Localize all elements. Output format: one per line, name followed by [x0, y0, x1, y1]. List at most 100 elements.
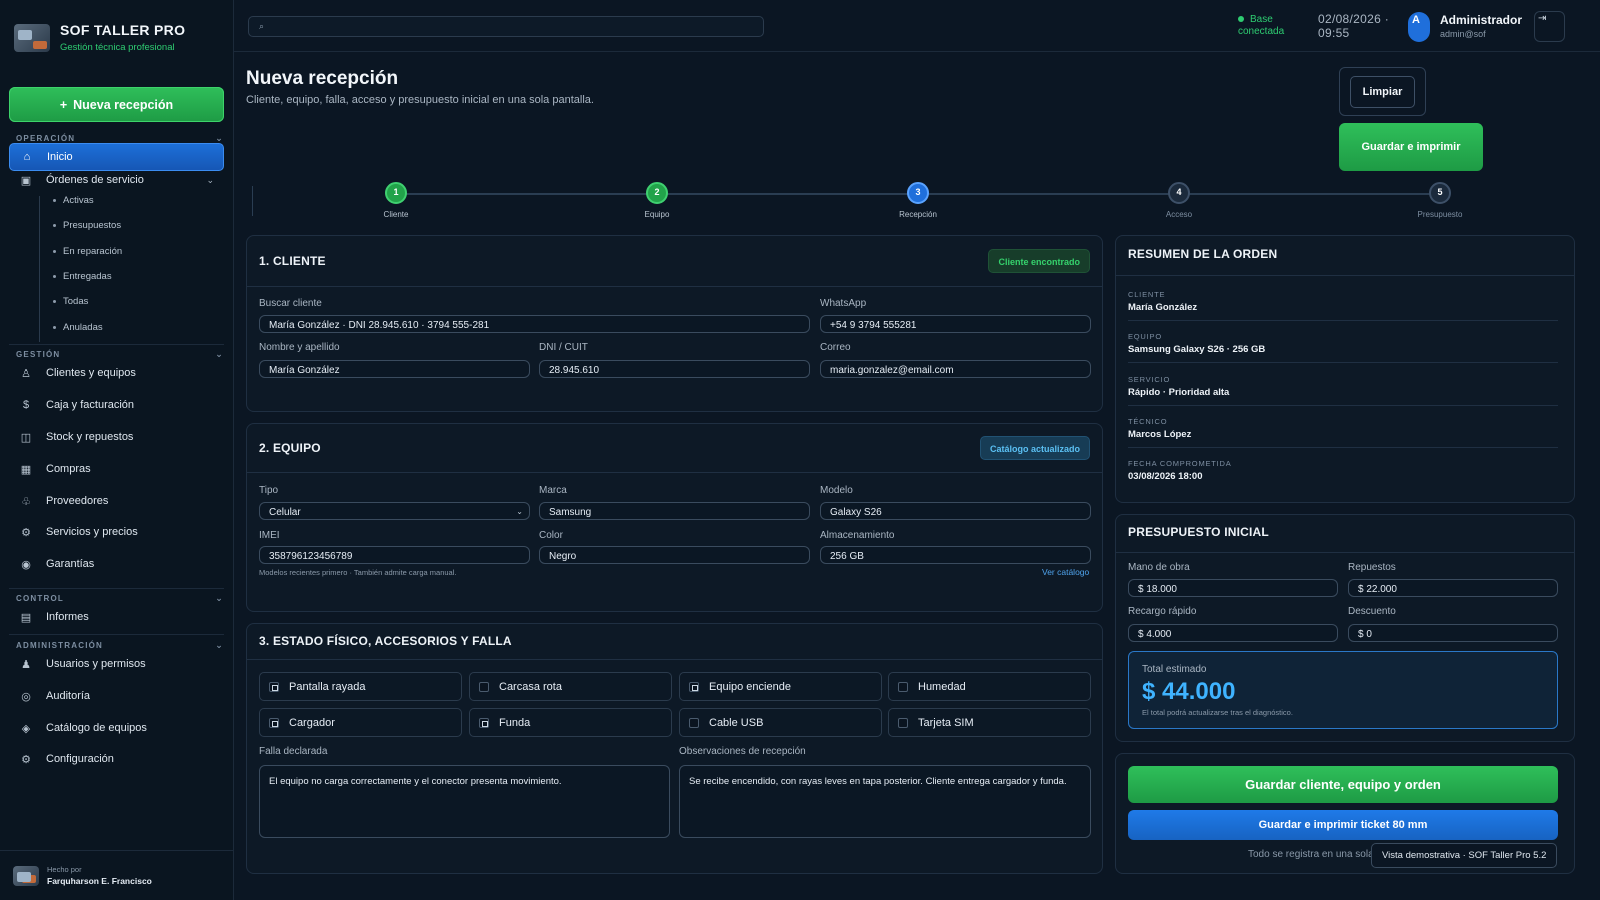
sidebar-item-clientes[interactable]: ♙ Clientes y equipos [9, 359, 224, 387]
search-icon: ⌕ [259, 21, 265, 31]
chevron-down-icon: ⌄ [206, 174, 214, 185]
sidebar-item-usuarios[interactable]: ♟ Usuarios y permisos [9, 650, 224, 678]
check-tarjeta-sim[interactable]: Tarjeta SIM [888, 708, 1091, 737]
subitem-label: Activas [63, 195, 94, 206]
sidebar-item-informes[interactable]: ▤ Informes [9, 603, 224, 631]
fault-textarea[interactable]: El equipo no carga correctamente y el co… [259, 765, 670, 838]
clock-date: 02/08/2026 · [1318, 12, 1389, 26]
dni-label: DNI / CUIT [539, 342, 588, 353]
imei-field[interactable]: 358796123456789 [259, 546, 530, 564]
sidebar-subitem-en-reparacion[interactable]: En reparación [53, 246, 122, 257]
step-cliente[interactable]: 1 Cliente [366, 182, 426, 219]
observations-textarea[interactable]: Se recibe encendido, con rayas leves en … [679, 765, 1091, 838]
step-acceso[interactable]: 4 Acceso [1149, 182, 1209, 219]
brand-field[interactable]: Samsung [539, 502, 810, 520]
section-operacion[interactable]: OPERACIÓN ⌄ [16, 133, 223, 143]
check-carcasa-rota[interactable]: Carcasa rota [469, 672, 672, 701]
save-all-button[interactable]: Guardar cliente, equipo y orden [1128, 766, 1558, 803]
observations-label: Observaciones de recepción [679, 746, 806, 757]
sidebar-subitem-todas[interactable]: Todas [53, 296, 88, 307]
dni-field[interactable]: 28.945.610 [539, 360, 810, 378]
step-circle: 2 [646, 182, 668, 204]
sidebar-subitem-anuladas[interactable]: Anuladas [53, 322, 103, 333]
section-control[interactable]: CONTROL ⌄ [16, 593, 223, 603]
check-label: Carcasa rota [499, 680, 562, 693]
plus-icon: + [59, 97, 68, 112]
check-label: Tarjeta SIM [918, 716, 974, 729]
brand-label: Marca [539, 485, 567, 496]
new-reception-button[interactable]: + Nueva recepción [9, 87, 224, 122]
surcharge-field[interactable]: $ 4.000 [1128, 624, 1338, 642]
sidebar-item-auditoria[interactable]: ◎ Auditoría [9, 682, 224, 710]
whatsapp-field[interactable]: +54 9 3794 555281 [820, 315, 1091, 333]
check-funda[interactable]: Funda [469, 708, 672, 737]
total-label: Total estimado [1142, 664, 1207, 675]
sidebar-item-servicios[interactable]: ⚙ Servicios y precios [9, 518, 224, 546]
section-gestion[interactable]: GESTIÓN ⌄ [16, 349, 223, 359]
page-subtitle: Cliente, equipo, falla, acceso y presupu… [246, 94, 594, 106]
type-select[interactable]: Celular ⌄ [259, 502, 530, 520]
box-icon: ◫ [20, 431, 32, 444]
step-label: Cliente [383, 210, 409, 219]
topbar: ⌕ Base conectada 02/08/2026 · 09:55 A Ad… [234, 0, 1600, 52]
summary-row-tecnico: TÉCNICO Marcos López [1128, 417, 1558, 440]
sidebar-subitem-presupuestos[interactable]: Presupuestos [53, 220, 121, 231]
order-summary-title: RESUMEN DE LA ORDEN [1128, 247, 1278, 261]
checkbox-checked [269, 681, 279, 692]
logout-button[interactable]: ⇥ [1534, 11, 1565, 42]
sidebar-item-label: Usuarios y permisos [46, 658, 146, 670]
save-print-button[interactable]: Guardar e imprimir [1339, 123, 1483, 171]
order-summary-card: RESUMEN DE LA ORDEN CLIENTE María Gonzále… [1115, 235, 1575, 503]
home-icon: ⌂ [23, 151, 31, 163]
avatar[interactable]: A [1408, 12, 1430, 42]
check-label: Cable USB [709, 716, 764, 729]
client-card-title: 1. CLIENTE [259, 254, 326, 268]
sidebar-item-caja[interactable]: $ Caja y facturación [9, 391, 224, 419]
sidebar-item-garantias[interactable]: ◉ Garantías [9, 550, 224, 578]
step-equipo[interactable]: 2 Equipo [627, 182, 687, 219]
users-icon: ♙ [21, 367, 31, 380]
color-field[interactable]: Negro [539, 546, 810, 564]
client-card: 1. CLIENTE Cliente encontrado Buscar cli… [246, 235, 1103, 412]
section-administracion[interactable]: ADMINISTRACIÓN ⌄ [16, 640, 223, 650]
status-text-1: Base [1250, 14, 1273, 25]
sidebar-item-configuracion[interactable]: ⚙ Configuración [9, 745, 224, 773]
sidebar-item-label: Órdenes de servicio [46, 174, 144, 186]
name-field[interactable]: María González [259, 360, 530, 378]
user-icon: ♟ [21, 658, 31, 671]
model-field[interactable]: Galaxy S26 [820, 502, 1091, 520]
divider [1128, 362, 1558, 363]
search-client-field[interactable]: María González · DNI 28.945.610 · 3794 5… [259, 315, 810, 333]
clear-button[interactable]: Limpiar [1339, 67, 1426, 116]
parts-field[interactable]: $ 22.000 [1348, 579, 1558, 597]
sidebar-subitem-activas[interactable]: Activas [53, 195, 94, 206]
register-note: Todo se registra en una sola [1248, 849, 1374, 860]
total-value: $ 44.000 [1142, 678, 1236, 705]
email-field[interactable]: maria.gonzalez@email.com [820, 360, 1091, 378]
discount-field[interactable]: $ 0 [1348, 624, 1558, 642]
search-input[interactable]: ⌕ [248, 16, 764, 37]
sidebar-item-ordenes[interactable]: ▣ Órdenes de servicio ⌄ [9, 166, 224, 194]
check-equipo-enciende[interactable]: Equipo enciende [679, 672, 882, 701]
save-print-ticket-button[interactable]: Guardar e imprimir ticket 80 mm [1128, 810, 1558, 840]
storage-field[interactable]: 256 GB [820, 546, 1091, 564]
step-presupuesto[interactable]: 5 Presupuesto [1410, 182, 1470, 219]
step-recepcion[interactable]: 3 Recepción [888, 182, 948, 219]
labor-field[interactable]: $ 18.000 [1128, 579, 1338, 597]
sidebar-item-compras[interactable]: ▦ Compras [9, 455, 224, 483]
sidebar-subitem-entregadas[interactable]: Entregadas [53, 271, 112, 282]
sidebar-footer: Hecho por Farquharson E. Francisco [0, 850, 234, 900]
check-pantalla-rayada[interactable]: Pantalla rayada [259, 672, 462, 701]
sidebar-item-catalogo[interactable]: ◈ Catálogo de equipos [9, 714, 224, 742]
check-humedad[interactable]: Humedad [888, 672, 1091, 701]
sidebar-item-stock[interactable]: ◫ Stock y repuestos [9, 423, 224, 451]
sidebar-item-proveedores[interactable]: ♧ Proveedores [9, 487, 224, 515]
step-circle: 3 [907, 182, 929, 204]
summary-row-servicio: SERVICIO Rápido · Prioridad alta [1128, 375, 1558, 398]
check-cable-usb[interactable]: Cable USB [679, 708, 882, 737]
services-icon: ⚙ [21, 526, 31, 539]
view-catalog-link[interactable]: Ver catálogo [1042, 567, 1089, 577]
summary-value: Rápido · Prioridad alta [1128, 387, 1230, 398]
db-status: Base conectada [1238, 14, 1284, 38]
check-cargador[interactable]: Cargador [259, 708, 462, 737]
